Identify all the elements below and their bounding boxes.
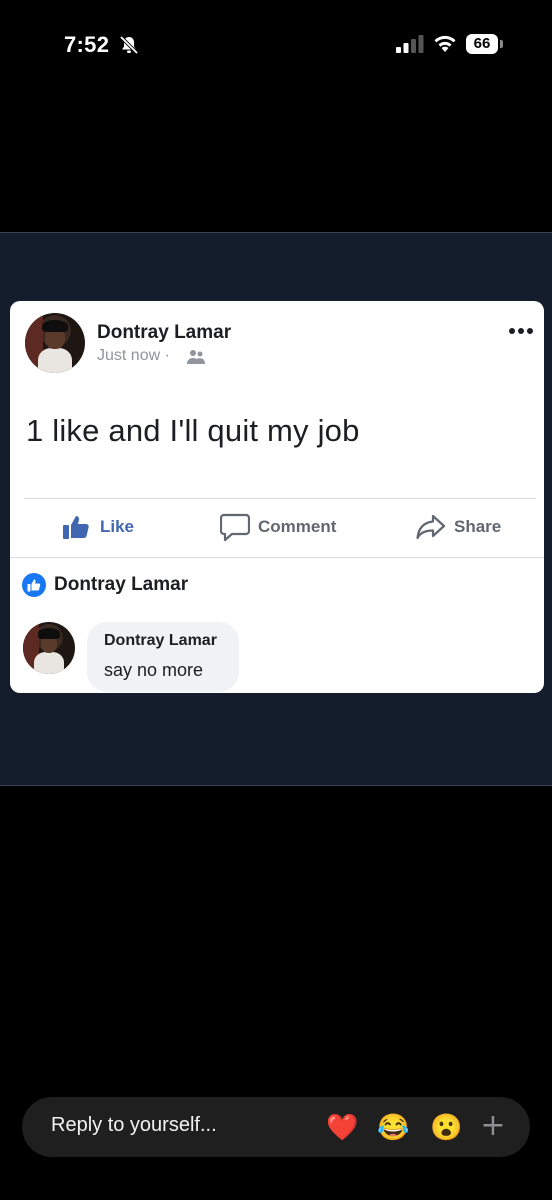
- story-screen: 7:52 66 Dontray Lamar Just now · 1 like …: [0, 0, 552, 1200]
- comment-button[interactable]: Comment: [220, 509, 336, 545]
- author-avatar: [25, 313, 85, 373]
- divider: [24, 498, 536, 499]
- bell-slash-icon: [119, 35, 139, 55]
- signal-icon: [396, 35, 424, 53]
- post-text: 1 like and I'll quit my job: [26, 413, 360, 448]
- liker-name: Dontray Lamar: [54, 574, 189, 595]
- more-reactions-button[interactable]: +: [480, 1110, 506, 1142]
- comment-author: Dontray Lamar: [104, 632, 217, 649]
- status-bar: 7:52 66: [0, 0, 552, 90]
- share-label: Share: [454, 517, 502, 536]
- post-author-name: Dontray Lamar: [97, 322, 232, 343]
- comment-icon: [220, 513, 250, 541]
- surprised-reaction-button[interactable]: 😮: [430, 1111, 462, 1143]
- laughing-reaction-button[interactable]: 😂: [377, 1111, 409, 1143]
- commenter-avatar: [23, 622, 75, 674]
- share-arrow-icon: [416, 514, 446, 540]
- like-reaction-icon: [22, 573, 46, 597]
- story-image: Dontray Lamar Just now · 1 like and I'll…: [0, 232, 552, 786]
- comment-bubble: Dontray Lamar say no more: [87, 622, 239, 692]
- divider: [10, 557, 544, 558]
- like-button[interactable]: Like: [62, 509, 134, 545]
- comment-text: say no more: [104, 660, 204, 680]
- liked-by-row[interactable]: Dontray Lamar: [22, 572, 188, 598]
- share-button[interactable]: Share: [416, 509, 501, 545]
- comment-label: Comment: [258, 517, 337, 536]
- status-time: 7:52: [64, 32, 110, 57]
- reply-input[interactable]: Reply to yourself...: [51, 1114, 217, 1137]
- like-label: Like: [100, 517, 135, 536]
- facebook-post-card: Dontray Lamar Just now · 1 like and I'll…: [10, 301, 544, 693]
- battery-nub: [500, 40, 503, 48]
- more-options-icon[interactable]: [508, 325, 534, 337]
- thumbs-up-icon: [63, 516, 89, 539]
- wifi-icon: [434, 35, 456, 52]
- battery-icon: 66: [466, 34, 498, 54]
- reply-bar[interactable]: Reply to yourself... ❤️ 😂 😮 +: [22, 1097, 530, 1157]
- post-timestamp: Just now ·: [97, 347, 170, 364]
- heart-reaction-button[interactable]: ❤️: [326, 1111, 358, 1143]
- friends-icon: [187, 350, 205, 364]
